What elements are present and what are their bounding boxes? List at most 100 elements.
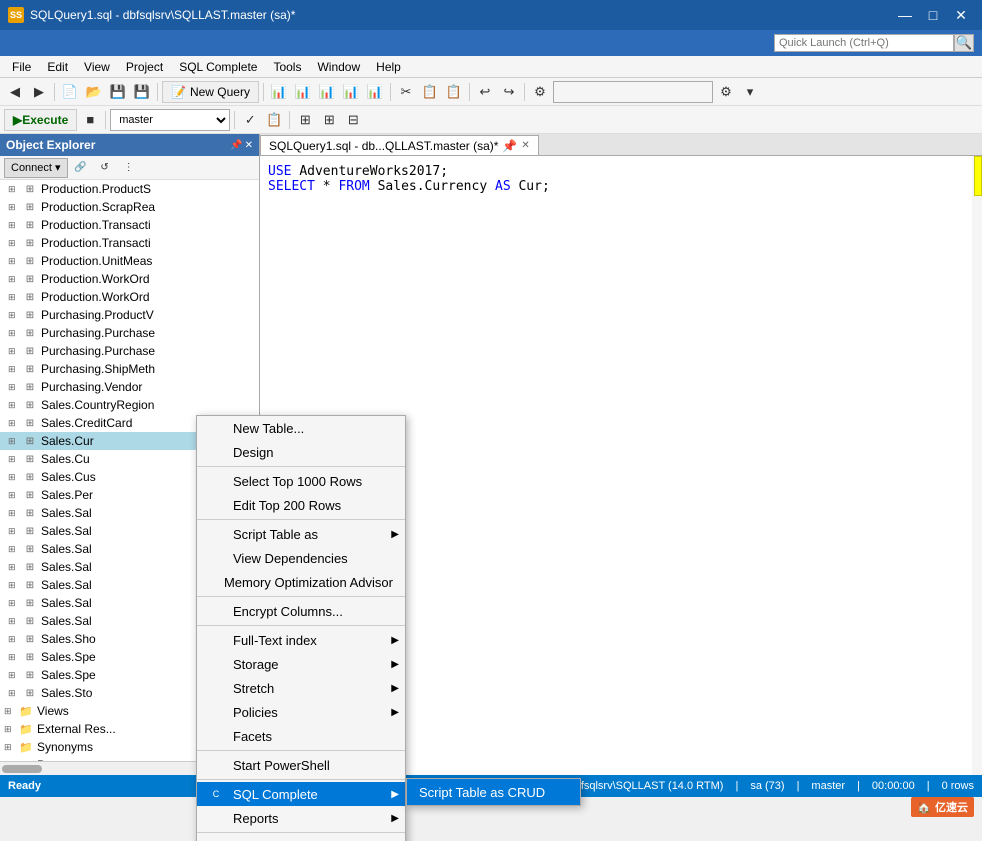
ctx-rename[interactable]: Rename — [197, 835, 405, 841]
list-item[interactable]: ⊞ ⊞ Production.WorkOrd — [0, 270, 259, 288]
tb-btn-5[interactable]: 📊 — [364, 81, 386, 103]
oe-more-button[interactable]: ⋮ — [118, 157, 140, 179]
list-item[interactable]: ⊞ ⊞ Purchasing.ProductV — [0, 306, 259, 324]
list-item-label: Sales.Sal — [41, 542, 92, 556]
menu-sql-complete[interactable]: SQL Complete — [171, 58, 265, 76]
oe-refresh-button[interactable]: ↺ — [94, 157, 116, 179]
list-item[interactable]: ⊞ ⊞ Production.ScrapRea — [0, 198, 259, 216]
list-item[interactable]: ⊞ ⊞ Purchasing.Purchase — [0, 342, 259, 360]
oe-close-button[interactable]: ✕ — [245, 140, 253, 151]
new-query-label: New Query — [190, 85, 250, 99]
new-file-button[interactable]: 📄 — [59, 81, 81, 103]
cut-button[interactable]: ✂ — [395, 81, 417, 103]
menu-help[interactable]: Help — [368, 58, 409, 76]
settings-button[interactable]: ⚙ — [715, 81, 737, 103]
tb-extra-1[interactable]: ⊞ — [294, 109, 316, 131]
tb-btn-1[interactable]: 📊 — [268, 81, 290, 103]
quick-launch-button[interactable]: 🔍 — [954, 34, 974, 52]
ctx-new-table[interactable]: New Table... — [197, 416, 405, 440]
redo-button[interactable]: ↪ — [498, 81, 520, 103]
list-item[interactable]: ⊞ ⊞ Production.WorkOrd — [0, 288, 259, 306]
results-button[interactable]: 📋 — [263, 109, 285, 131]
tb-btn-3[interactable]: 📊 — [316, 81, 338, 103]
list-item[interactable]: ⊞ ⊞ Purchasing.ShipMeth — [0, 360, 259, 378]
quick-launch-input[interactable] — [774, 34, 954, 52]
table-icon: ⊞ — [22, 308, 38, 322]
database-selector[interactable]: master AdventureWorks2017 — [110, 109, 230, 131]
expand-icon: ⊞ — [8, 472, 20, 483]
query-line-1: USE USE AdventureWorks2017; AdventureWor… — [268, 164, 974, 179]
maximize-button[interactable]: □ — [920, 4, 946, 26]
ctx-stretch[interactable]: Stretch — [197, 676, 405, 700]
expand-icon: ⊞ — [8, 544, 20, 555]
list-item[interactable]: ⊞ ⊞ Production.UnitMeas — [0, 252, 259, 270]
list-item-label: Sales.Sal — [41, 596, 92, 610]
menu-tools[interactable]: Tools — [265, 58, 309, 76]
tb-extra-3[interactable]: ⊟ — [342, 109, 364, 131]
debug-button[interactable]: ⚙ — [529, 81, 551, 103]
tab-close-button[interactable]: ✕ — [521, 140, 529, 151]
new-query-button[interactable]: 📝 New Query — [162, 81, 259, 103]
list-item[interactable]: ⊞ ⊞ Production.Transacti — [0, 216, 259, 234]
expand-icon: ⊞ — [8, 454, 20, 465]
ctx-design[interactable]: Design — [197, 440, 405, 464]
ctx-memory-opt[interactable]: Memory Optimization Advisor — [197, 570, 405, 594]
menu-window[interactable]: Window — [309, 58, 368, 76]
separator-9 — [289, 111, 290, 129]
list-item-label: Sales.Cu — [41, 452, 90, 466]
stop-button[interactable]: ■ — [79, 109, 101, 131]
ctx-reports[interactable]: Reports — [197, 806, 405, 830]
list-item[interactable]: ⊞ ⊞ Production.Transacti — [0, 234, 259, 252]
tb-btn-2[interactable]: 📊 — [292, 81, 314, 103]
ctx-fulltext[interactable]: Full-Text index — [197, 628, 405, 652]
list-item[interactable]: ⊞ ⊞ Production.ProductS — [0, 180, 259, 198]
expand-icon: ⊞ — [8, 238, 20, 249]
oe-pin-button[interactable]: 📌 — [230, 140, 242, 151]
ctx-powershell[interactable]: Start PowerShell — [197, 753, 405, 777]
menu-edit[interactable]: Edit — [39, 58, 76, 76]
query-tab-active[interactable]: SQLQuery1.sql - db...QLLAST.master (sa)*… — [260, 135, 539, 155]
menu-file[interactable]: File — [4, 58, 39, 76]
list-item[interactable]: ⊞ ⊞ Sales.CountryRegion — [0, 396, 259, 414]
oe-filter-button[interactable]: 🔗 — [70, 157, 92, 179]
ctx-view-deps[interactable]: View Dependencies — [197, 546, 405, 570]
ctx-sql-complete[interactable]: C SQL Complete — [197, 782, 405, 806]
ctx-label: Design — [233, 445, 273, 460]
ctx-icon — [209, 603, 227, 619]
list-item[interactable]: ⊞ ⊞ Purchasing.Purchase — [0, 324, 259, 342]
menu-view[interactable]: View — [76, 58, 118, 76]
toolbar-menu-button[interactable]: ▾ — [739, 81, 761, 103]
parse-button[interactable]: ✓ — [239, 109, 261, 131]
minimize-button[interactable]: — — [892, 4, 918, 26]
search-toolbar-input[interactable] — [553, 81, 713, 103]
table-icon: ⊞ — [22, 182, 38, 196]
ctx-select-top[interactable]: Select Top 1000 Rows — [197, 469, 405, 493]
submenu-script-crud[interactable]: Script Table as CRUD — [407, 779, 580, 805]
back-button[interactable]: ◀ — [4, 81, 26, 103]
save-all-button[interactable]: 💾 — [131, 81, 153, 103]
table-icon: ⊞ — [22, 218, 38, 232]
open-button[interactable]: 📂 — [83, 81, 105, 103]
ctx-storage[interactable]: Storage — [197, 652, 405, 676]
ctx-policies[interactable]: Policies — [197, 700, 405, 724]
paste-button[interactable]: 📋 — [443, 81, 465, 103]
tb-extra-2[interactable]: ⊞ — [318, 109, 340, 131]
ctx-script-table[interactable]: Script Table as — [197, 522, 405, 546]
ctx-edit-top[interactable]: Edit Top 200 Rows — [197, 493, 405, 517]
yellow-marker — [974, 156, 982, 196]
table-icon: ⊞ — [22, 578, 38, 592]
forward-button[interactable]: ▶ — [28, 81, 50, 103]
tb-btn-4[interactable]: 📊 — [340, 81, 362, 103]
connect-button[interactable]: Connect ▾ — [4, 158, 68, 178]
scrollbar-thumb[interactable] — [2, 765, 42, 773]
ctx-facets[interactable]: Facets — [197, 724, 405, 748]
expand-icon: ⊞ — [4, 706, 16, 717]
close-button[interactable]: ✕ — [948, 4, 974, 26]
list-item[interactable]: ⊞ ⊞ Purchasing.Vendor — [0, 378, 259, 396]
copy-button[interactable]: 📋 — [419, 81, 441, 103]
execute-button[interactable]: ▶ Execute — [4, 109, 77, 131]
ctx-encrypt[interactable]: Encrypt Columns... — [197, 599, 405, 623]
undo-button[interactable]: ↩ — [474, 81, 496, 103]
save-button[interactable]: 💾 — [107, 81, 129, 103]
menu-project[interactable]: Project — [118, 58, 171, 76]
